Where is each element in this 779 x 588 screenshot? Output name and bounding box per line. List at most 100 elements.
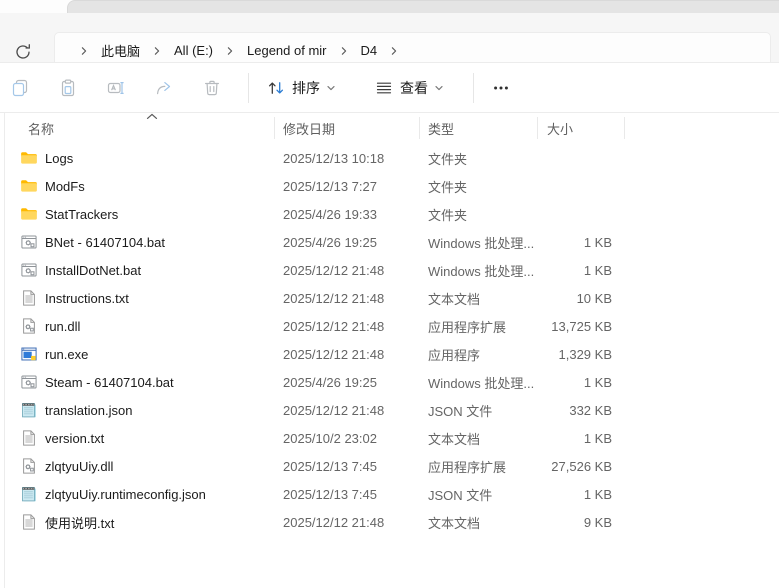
share-button[interactable] (144, 70, 184, 106)
folder-icon (20, 205, 38, 223)
folder-icon (20, 149, 38, 167)
breadcrumb-item-4[interactable]: D4 (353, 38, 386, 63)
json-file-icon (20, 401, 38, 419)
file-row[interactable]: translation.json 2025/12/12 21:48 JSON 文件 3… (0, 396, 779, 424)
copy-icon (10, 78, 30, 98)
file-name-cell: Logs (0, 149, 275, 167)
file-name-cell: version.txt (0, 429, 275, 447)
file-name: ModFs (45, 178, 85, 194)
size-cell: 332 KB (569, 402, 612, 418)
date-modified-cell: 2025/4/26 19:25 (283, 234, 377, 250)
file-list: Logs 2025/12/13 10:18 文件夹 ModFs 2025/12/13 7… (0, 144, 779, 588)
column-header-size[interactable]: 大小 (538, 117, 625, 139)
paste-button[interactable] (48, 70, 88, 106)
breadcrumb-item-1[interactable]: 此电脑 (93, 36, 148, 65)
file-row[interactable]: 使用说明.txt 2025/12/12 21:48 文本文档 9 KB (0, 508, 779, 536)
text-file-icon (20, 429, 38, 447)
file-name: zlqtyuUiy.dll (45, 458, 114, 474)
type-cell: 文本文档 (428, 515, 481, 531)
column-header-type[interactable]: 类型 (420, 117, 538, 139)
file-name-cell: zlqtyuUiy.runtimeconfig.json (0, 485, 275, 503)
date-modified-cell: 2025/12/12 21:48 (283, 402, 385, 418)
column-header-date-modified[interactable]: 修改日期 (275, 117, 420, 139)
file-row[interactable]: zlqtyuUiy.dll 2025/12/13 7:45 应用程序扩展 27,526… (0, 452, 779, 480)
chevron-right-icon (148, 46, 166, 56)
batch-file-icon (20, 261, 38, 279)
file-row[interactable]: Instructions.txt 2025/12/12 21:48 文本文档 10 K… (0, 284, 779, 312)
date-modified-cell: 2025/4/26 19:33 (283, 206, 377, 222)
address-bar-row: 此电脑 All (E:) Legend of mir D4 (0, 13, 779, 69)
file-name-cell: InstallDotNet.bat (0, 261, 275, 279)
date-modified-cell: 2025/12/13 7:27 (283, 178, 377, 194)
breadcrumb: 此电脑 All (E:) Legend of mir D4 (75, 36, 403, 65)
file-name: Instructions.txt (45, 290, 129, 306)
copy-button[interactable] (0, 70, 40, 106)
more-options-button[interactable] (482, 70, 520, 106)
file-row[interactable]: ModFs 2025/12/13 7:27 文件夹 (0, 172, 779, 200)
file-name-cell: Instructions.txt (0, 289, 275, 307)
breadcrumb-item-2[interactable]: All (E:) (166, 38, 221, 63)
tab-strip (0, 0, 779, 13)
chevron-right-icon (335, 46, 353, 56)
size-cell: 13,725 KB (551, 318, 612, 334)
text-file-icon (20, 513, 38, 531)
batch-file-icon (20, 233, 38, 251)
more-icon (491, 78, 511, 98)
toolbar-icon-buttons (0, 70, 240, 106)
type-cell: JSON 文件 (428, 403, 493, 419)
text-file-icon (20, 289, 38, 307)
json-file-icon (20, 485, 38, 503)
chevron-right-icon (385, 46, 403, 56)
file-name-cell: ModFs (0, 177, 275, 195)
file-row[interactable]: Logs 2025/12/13 10:18 文件夹 (0, 144, 779, 172)
size-cell: 1 KB (583, 234, 612, 250)
dll-file-icon (20, 457, 38, 475)
date-modified-cell: 2025/10/2 23:02 (283, 430, 377, 446)
file-name: run.dll (45, 318, 81, 334)
file-row[interactable]: run.exe 2025/12/12 21:48 应用程序 1,329 KB (0, 340, 779, 368)
file-name-cell: 使用说明.txt (0, 513, 275, 532)
type-cell: Windows 批处理... (428, 375, 535, 391)
size-cell: 1,329 KB (558, 346, 613, 362)
date-modified-cell: 2025/12/12 21:48 (283, 262, 385, 278)
sort-button[interactable]: 排序 (257, 70, 345, 106)
file-name: run.exe (45, 346, 89, 362)
file-name: Logs (45, 150, 74, 166)
file-row[interactable]: BNet - 61407104.bat 2025/4/26 19:25 Window… (0, 228, 779, 256)
file-row[interactable]: StatTrackers 2025/4/26 19:33 文件夹 (0, 200, 779, 228)
file-row[interactable]: version.txt 2025/10/2 23:02 文本文档 1 KB (0, 424, 779, 452)
sort-icon (266, 78, 286, 98)
dll-file-icon (20, 317, 38, 335)
date-modified-cell: 2025/12/13 7:45 (283, 486, 377, 502)
date-modified-cell: 2025/4/26 19:25 (283, 374, 377, 390)
type-cell: 应用程序 (428, 347, 481, 363)
date-modified-cell: 2025/12/13 10:18 (283, 150, 385, 166)
rename-button[interactable] (96, 70, 136, 106)
file-name-cell: BNet - 61407104.bat (0, 233, 275, 251)
file-row[interactable]: InstallDotNet.bat 2025/12/12 21:48 Windows… (0, 256, 779, 284)
delete-button[interactable] (192, 70, 232, 106)
chevron-right-icon (221, 46, 239, 56)
type-cell: 文本文档 (428, 431, 481, 447)
refresh-button[interactable] (11, 40, 35, 64)
sort-button-label: 排序 (292, 79, 320, 96)
chevron-right-icon (75, 46, 93, 56)
file-row[interactable]: run.dll 2025/12/12 21:48 应用程序扩展 13,725 KB (0, 312, 779, 340)
type-cell: JSON 文件 (428, 487, 493, 503)
file-row[interactable]: zlqtyuUiy.runtimeconfig.json 2025/12/13 7… (0, 480, 779, 508)
view-button-label: 查看 (400, 79, 428, 96)
file-name: StatTrackers (45, 206, 119, 222)
size-cell: 27,526 KB (551, 458, 612, 474)
type-cell: Windows 批处理... (428, 235, 535, 251)
file-name-cell: run.dll (0, 317, 275, 335)
column-header-name[interactable]: 名称 (0, 117, 275, 139)
breadcrumb-item-3[interactable]: Legend of mir (239, 38, 335, 63)
view-button[interactable]: 查看 (365, 70, 453, 106)
toolbar-separator (473, 72, 474, 103)
type-cell: 文件夹 (428, 207, 468, 223)
type-cell: 文件夹 (428, 179, 468, 195)
file-row[interactable]: Steam - 61407104.bat 2025/4/26 19:25 Windo… (0, 368, 779, 396)
tab-strip-background (67, 0, 779, 13)
type-cell: Windows 批处理... (428, 263, 535, 279)
rename-icon (106, 78, 126, 98)
